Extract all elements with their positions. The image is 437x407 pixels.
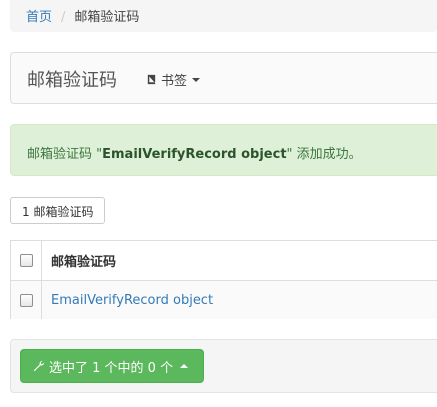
book-icon [147, 74, 156, 85]
alert-suffix: " 添加成功。 [286, 147, 362, 162]
result-count-button[interactable]: 1 邮箱验证码 [10, 197, 106, 224]
wrench-icon [33, 360, 45, 372]
select-all-checkbox[interactable] [19, 254, 33, 267]
bulk-actions-label: 选中了 1 个中的 0 个 [49, 360, 174, 376]
breadcrumb-separator: / [61, 10, 66, 25]
breadcrumb-home-link[interactable]: 首页 [26, 10, 52, 25]
actions-bar: 选中了 1 个中的 0 个 [10, 339, 437, 393]
success-alert: 邮箱验证码 "EmailVerifyRecord object" 添加成功。 [10, 124, 437, 176]
breadcrumb-current: 邮箱验证码 [74, 10, 140, 25]
chevron-down-icon [192, 77, 201, 82]
page-title: 邮箱验证码 [27, 70, 117, 91]
bulk-actions-button[interactable]: 选中了 1 个中的 0 个 [20, 349, 204, 383]
alert-prefix: 邮箱验证码 " [27, 147, 103, 162]
row-label-cell: EmailVerifyRecord object [42, 281, 213, 319]
chevron-up-icon [180, 364, 189, 368]
table-row: EmailVerifyRecord object [11, 281, 437, 319]
row-select-cell [11, 281, 42, 319]
bookmark-label: 书签 [161, 74, 188, 89]
row-link[interactable]: EmailVerifyRecord object [51, 293, 213, 308]
breadcrumb: 首页 / 邮箱验证码 [10, 0, 437, 32]
select-all-cell [11, 241, 42, 280]
results-table: 邮箱验证码 EmailVerifyRecord object [10, 240, 437, 319]
table-header-row: 邮箱验证码 [11, 241, 437, 281]
bookmark-dropdown[interactable]: 书签 [146, 70, 201, 89]
column-header[interactable]: 邮箱验证码 [42, 241, 116, 280]
alert-object-name: EmailVerifyRecord object [102, 147, 287, 162]
content-header: 邮箱验证码 书签 [10, 52, 437, 104]
row-checkbox[interactable] [19, 293, 33, 307]
